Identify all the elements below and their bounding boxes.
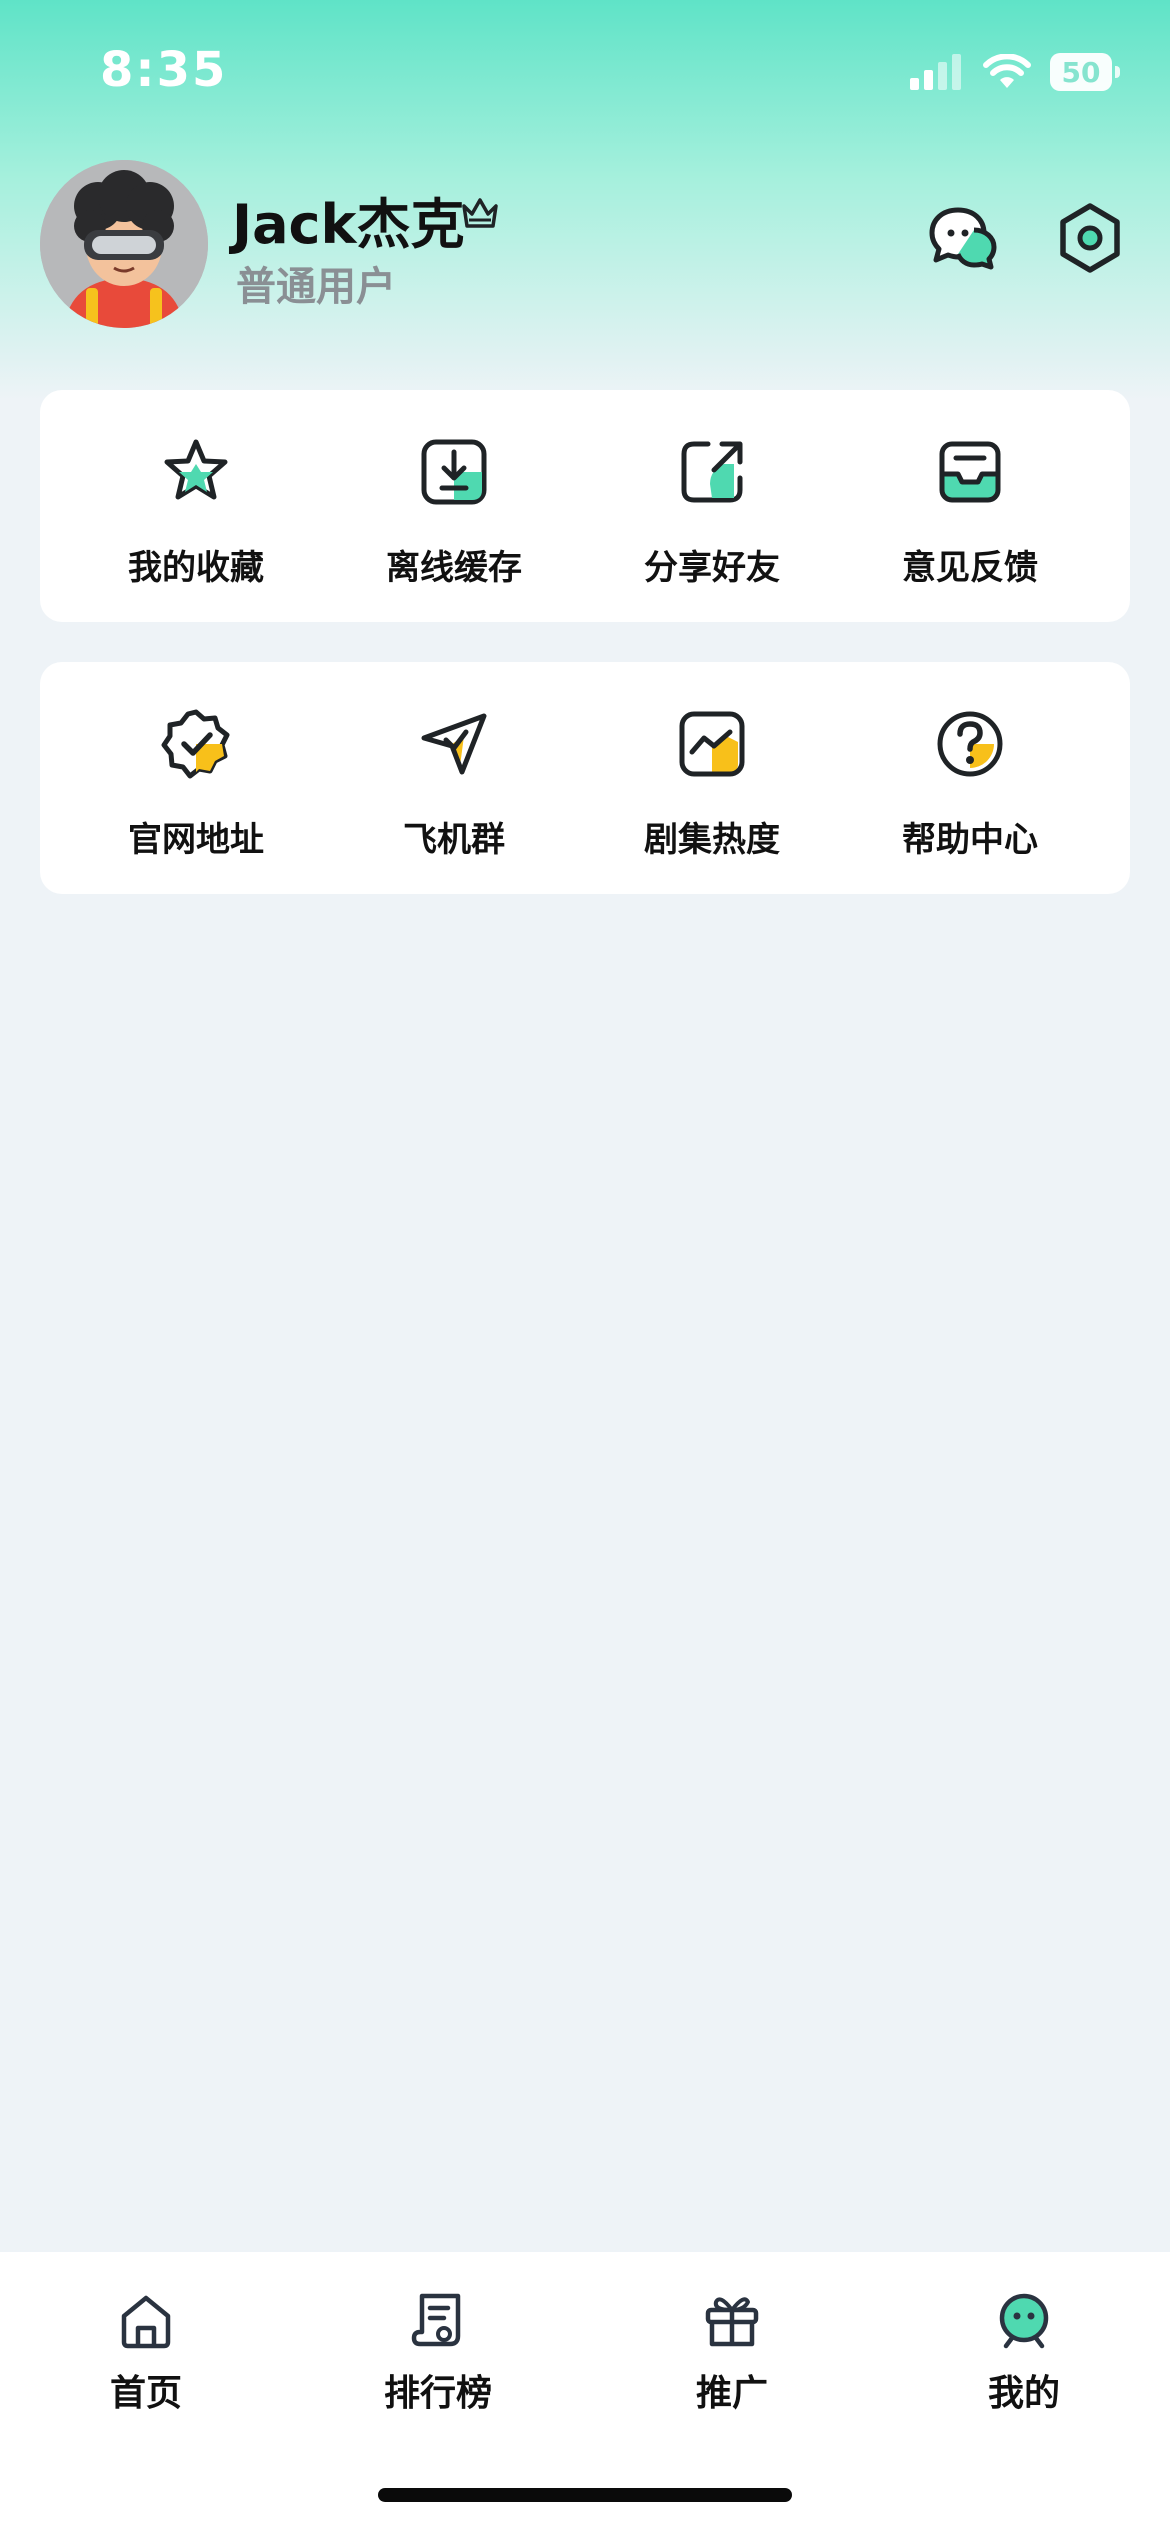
status-bar: 8:35 50 <box>0 0 1170 150</box>
official-site-label: 官网地址 <box>128 820 264 860</box>
gift-icon <box>705 2297 759 2347</box>
tab-promotion[interactable]: 推广 <box>586 2252 878 2442</box>
tab-ranking-label: 排行榜 <box>383 2373 492 2414</box>
feedback-button[interactable]: 意见反馈 <box>840 390 1100 622</box>
ranking-scroll-icon <box>411 2293 461 2347</box>
share-icon <box>681 441 743 503</box>
share-friends-label: 分享好友 <box>644 548 780 588</box>
share-friends-button[interactable]: 分享好友 <box>582 390 842 622</box>
help-icon <box>937 711 1003 777</box>
star-icon <box>164 439 228 500</box>
status-time: 8:35 <box>100 42 228 98</box>
favorites-label: 我的收藏 <box>128 548 264 588</box>
telegram-group-label: 飞机群 <box>403 820 505 860</box>
profile-face-icon <box>999 2293 1049 2349</box>
offline-cache-button[interactable]: 离线缓存 <box>324 390 584 622</box>
user-level: 普通用户 <box>236 264 396 310</box>
cellular-signal-icon <box>910 54 961 90</box>
series-popularity-button[interactable]: 剧集热度 <box>582 662 842 894</box>
trend-chart-icon <box>679 711 745 777</box>
battery-icon: 50 <box>1050 53 1120 91</box>
help-center-label: 帮助中心 <box>902 820 1038 860</box>
tab-mine[interactable]: 我的 <box>878 2252 1170 2442</box>
avatar-image <box>40 160 208 328</box>
tab-home[interactable]: 首页 <box>0 2252 292 2442</box>
battery-level: 50 <box>1061 55 1101 89</box>
favorites-button[interactable]: 我的收藏 <box>66 390 326 622</box>
help-center-button[interactable]: 帮助中心 <box>840 662 1100 894</box>
tab-mine-label: 我的 <box>987 2373 1060 2414</box>
tab-home-label: 首页 <box>109 2373 182 2414</box>
inbox-icon <box>939 441 1001 503</box>
avatar[interactable] <box>40 160 208 328</box>
tab-promotion-label: 推广 <box>695 2373 768 2414</box>
verified-badge-icon <box>161 709 230 779</box>
download-icon <box>421 439 487 505</box>
offline-cache-label: 离线缓存 <box>386 548 522 588</box>
user-name: Jack杰克 <box>232 193 465 256</box>
crown-icon <box>462 198 498 228</box>
home-indicator <box>378 2488 792 2502</box>
tab-ranking[interactable]: 排行榜 <box>292 2252 584 2442</box>
wifi-icon <box>983 54 1031 88</box>
feedback-label: 意见反馈 <box>902 548 1038 588</box>
quick-actions-card-2: 官网地址 飞机群 剧集热度 帮助中心 <box>40 662 1130 894</box>
paper-plane-icon <box>421 713 487 775</box>
official-site-button[interactable]: 官网地址 <box>66 662 326 894</box>
series-popularity-label: 剧集热度 <box>644 820 780 860</box>
settings-icon[interactable] <box>1052 200 1128 276</box>
message-icon[interactable] <box>924 200 1000 276</box>
quick-actions-card-1: 我的收藏 离线缓存 分享好友 意见反馈 <box>40 390 1130 622</box>
home-icon <box>121 2295 171 2349</box>
status-icons: 50 <box>910 50 1120 94</box>
telegram-group-button[interactable]: 飞机群 <box>324 662 584 894</box>
